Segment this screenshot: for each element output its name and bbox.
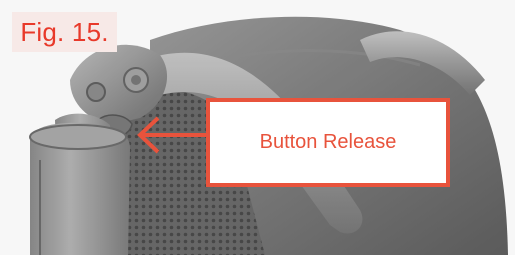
figure-15: Fig. 15. Button Release	[0, 0, 515, 255]
button-release-callout: Button Release	[206, 98, 450, 187]
figure-label: Fig. 15.	[12, 12, 117, 52]
